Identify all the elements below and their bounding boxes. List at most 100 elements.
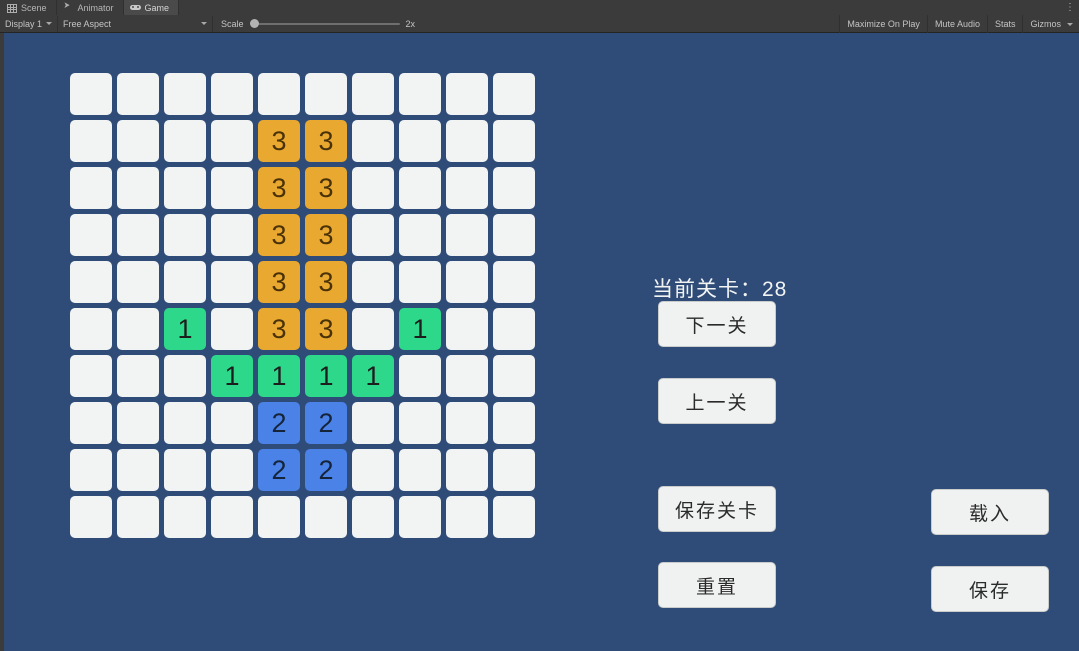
board-cell[interactable] — [446, 167, 488, 209]
board-cell[interactable] — [399, 214, 441, 256]
board-cell[interactable]: 2 — [305, 402, 347, 444]
board-cell[interactable] — [117, 214, 159, 256]
reset-button[interactable]: 重置 — [658, 562, 776, 608]
save-button[interactable]: 保存 — [931, 566, 1049, 612]
board-cell[interactable] — [70, 308, 112, 350]
board-cell[interactable] — [493, 120, 535, 162]
board-cell[interactable] — [446, 120, 488, 162]
board-cell[interactable] — [446, 496, 488, 538]
board-cell[interactable]: 1 — [164, 308, 206, 350]
board-cell[interactable] — [211, 449, 253, 491]
board-cell[interactable]: 1 — [305, 355, 347, 397]
board-cell[interactable] — [211, 120, 253, 162]
board-cell[interactable] — [117, 449, 159, 491]
board-cell[interactable] — [352, 73, 394, 115]
scale-slider-knob[interactable] — [249, 19, 259, 28]
board-cell[interactable] — [117, 120, 159, 162]
board-cell[interactable] — [70, 167, 112, 209]
board-cell[interactable] — [70, 73, 112, 115]
board-cell[interactable] — [446, 73, 488, 115]
board-cell[interactable] — [164, 496, 206, 538]
board-cell[interactable] — [493, 261, 535, 303]
board-cell[interactable] — [211, 402, 253, 444]
board-cell[interactable]: 3 — [305, 261, 347, 303]
board-cell[interactable] — [164, 167, 206, 209]
board-cell[interactable] — [352, 167, 394, 209]
board-cell[interactable]: 3 — [258, 120, 300, 162]
board-cell[interactable] — [305, 73, 347, 115]
board-cell[interactable] — [493, 167, 535, 209]
board-cell[interactable] — [352, 402, 394, 444]
load-button[interactable]: 载入 — [931, 489, 1049, 535]
board-cell[interactable] — [399, 120, 441, 162]
board-cell[interactable]: 1 — [352, 355, 394, 397]
board-cell[interactable] — [493, 449, 535, 491]
board-cell[interactable] — [211, 261, 253, 303]
board-cell[interactable] — [70, 496, 112, 538]
board-cell[interactable] — [70, 120, 112, 162]
board-cell[interactable] — [352, 308, 394, 350]
board-cell[interactable]: 3 — [305, 214, 347, 256]
board-cell[interactable] — [446, 402, 488, 444]
board-cell[interactable] — [211, 214, 253, 256]
scale-control[interactable]: Scale 2x — [213, 19, 423, 29]
board-cell[interactable] — [211, 167, 253, 209]
tab-animator[interactable]: Animator — [57, 0, 124, 15]
puzzle-board[interactable]: 33333333133111112222 — [68, 71, 538, 541]
board-cell[interactable] — [493, 355, 535, 397]
board-cell[interactable] — [493, 496, 535, 538]
board-cell[interactable] — [117, 402, 159, 444]
board-cell[interactable] — [493, 308, 535, 350]
stats-button[interactable]: Stats — [986, 15, 1023, 33]
next-level-button[interactable]: 下一关 — [658, 301, 776, 347]
prev-level-button[interactable]: 上一关 — [658, 378, 776, 424]
board-cell[interactable] — [258, 496, 300, 538]
board-cell[interactable]: 1 — [211, 355, 253, 397]
tab-overflow-menu-icon[interactable]: ⋮ — [1065, 0, 1075, 15]
board-cell[interactable]: 2 — [258, 402, 300, 444]
board-cell[interactable] — [446, 261, 488, 303]
board-cell[interactable] — [117, 73, 159, 115]
board-cell[interactable] — [399, 261, 441, 303]
board-cell[interactable] — [399, 449, 441, 491]
scale-slider[interactable] — [249, 19, 400, 28]
board-cell[interactable] — [164, 402, 206, 444]
board-cell[interactable] — [399, 402, 441, 444]
board-cell[interactable] — [446, 308, 488, 350]
board-cell[interactable] — [352, 496, 394, 538]
board-cell[interactable] — [352, 214, 394, 256]
board-cell[interactable] — [399, 496, 441, 538]
board-cell[interactable] — [117, 308, 159, 350]
board-cell[interactable] — [399, 73, 441, 115]
mute-audio-button[interactable]: Mute Audio — [926, 15, 987, 33]
board-cell[interactable] — [493, 214, 535, 256]
board-cell[interactable]: 3 — [258, 308, 300, 350]
board-cell[interactable] — [493, 73, 535, 115]
board-cell[interactable] — [352, 449, 394, 491]
board-cell[interactable]: 3 — [305, 308, 347, 350]
board-cell[interactable] — [164, 449, 206, 491]
board-cell[interactable] — [164, 214, 206, 256]
tab-game[interactable]: Game — [123, 0, 180, 15]
board-cell[interactable] — [446, 449, 488, 491]
board-cell[interactable] — [164, 261, 206, 303]
board-cell[interactable] — [258, 73, 300, 115]
board-cell[interactable] — [117, 261, 159, 303]
aspect-selector[interactable]: Free Aspect — [58, 15, 214, 32]
board-cell[interactable] — [164, 355, 206, 397]
board-cell[interactable]: 1 — [399, 308, 441, 350]
board-cell[interactable] — [117, 355, 159, 397]
board-cell[interactable] — [70, 402, 112, 444]
board-cell[interactable] — [117, 167, 159, 209]
board-cell[interactable]: 3 — [258, 261, 300, 303]
board-cell[interactable]: 2 — [258, 449, 300, 491]
board-cell[interactable]: 3 — [258, 167, 300, 209]
board-cell[interactable]: 1 — [258, 355, 300, 397]
board-cell[interactable] — [446, 355, 488, 397]
display-selector[interactable]: Display 1 — [0, 15, 59, 32]
board-cell[interactable] — [399, 355, 441, 397]
board-cell[interactable] — [164, 73, 206, 115]
board-cell[interactable] — [305, 496, 347, 538]
board-cell[interactable] — [446, 214, 488, 256]
maximize-on-play-button[interactable]: Maximize On Play — [839, 15, 927, 33]
